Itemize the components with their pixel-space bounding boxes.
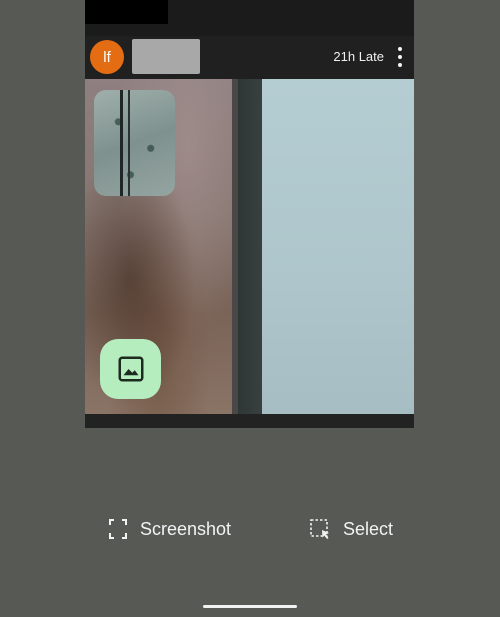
navigation-handle[interactable] bbox=[203, 605, 297, 608]
select-label: Select bbox=[343, 518, 394, 539]
photo-shadow-section bbox=[238, 79, 262, 414]
card-top-strip bbox=[85, 0, 414, 36]
image-button[interactable] bbox=[100, 339, 161, 399]
recents-screen: lf 21h Late Screenshot Select bbox=[0, 0, 500, 617]
redacted-area bbox=[85, 0, 168, 24]
screenshot-label: Screenshot bbox=[140, 518, 232, 539]
screenshot-icon bbox=[109, 519, 127, 539]
card-bottom-bar bbox=[85, 414, 414, 428]
redacted-name bbox=[132, 39, 200, 74]
photo-light-section bbox=[262, 79, 414, 414]
app-header: lf 21h Late bbox=[85, 36, 414, 79]
more-vert-icon[interactable] bbox=[395, 47, 405, 67]
screenshot-button[interactable]: Screenshot bbox=[108, 517, 231, 541]
recent-app-card[interactable]: lf 21h Late bbox=[85, 0, 414, 428]
select-icon bbox=[310, 519, 329, 539]
status-label: 21h Late bbox=[333, 49, 384, 64]
avatar[interactable]: lf bbox=[90, 40, 124, 74]
select-button[interactable]: Select bbox=[309, 517, 393, 541]
photo-preview bbox=[85, 79, 414, 414]
image-icon bbox=[118, 356, 143, 382]
window-thumbnail bbox=[94, 90, 175, 196]
